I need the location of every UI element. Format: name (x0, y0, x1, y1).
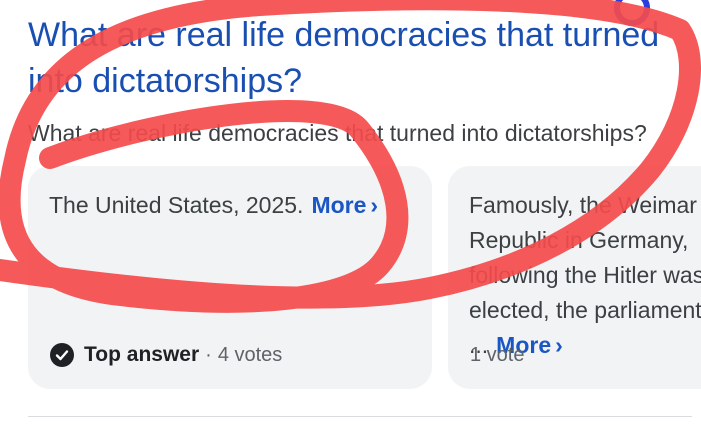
more-link[interactable]: More (311, 192, 366, 218)
divider (28, 416, 692, 417)
separator-dot: · (205, 343, 212, 366)
answer-text: Famously, the Weimar Republic in Germany… (469, 188, 701, 363)
question-text: What are real life democracies that turn… (28, 120, 647, 146)
check-circle-icon (50, 343, 74, 367)
answer-card[interactable]: The United States, 2025. More › Top answer… (28, 166, 432, 389)
answer-card[interactable]: Famously, the Weimar Republic in Germany… (448, 166, 701, 389)
answer-snippet: The United States, 2025. (49, 192, 304, 218)
chevron-right-icon: › (370, 192, 379, 218)
result-title[interactable]: What are real life democracies that turn… (28, 12, 688, 104)
chevron-right-icon: › (555, 332, 563, 358)
vote-count: 1 vote (470, 344, 525, 366)
answer-footer: Top answer · 4 votes (50, 343, 282, 367)
vote-count: 4 votes (217, 343, 283, 366)
top-answer-badge: Top answer (84, 343, 200, 366)
answer-text: The United States, 2025. More › (49, 188, 416, 223)
answer-footer: 1 vote (470, 344, 524, 367)
